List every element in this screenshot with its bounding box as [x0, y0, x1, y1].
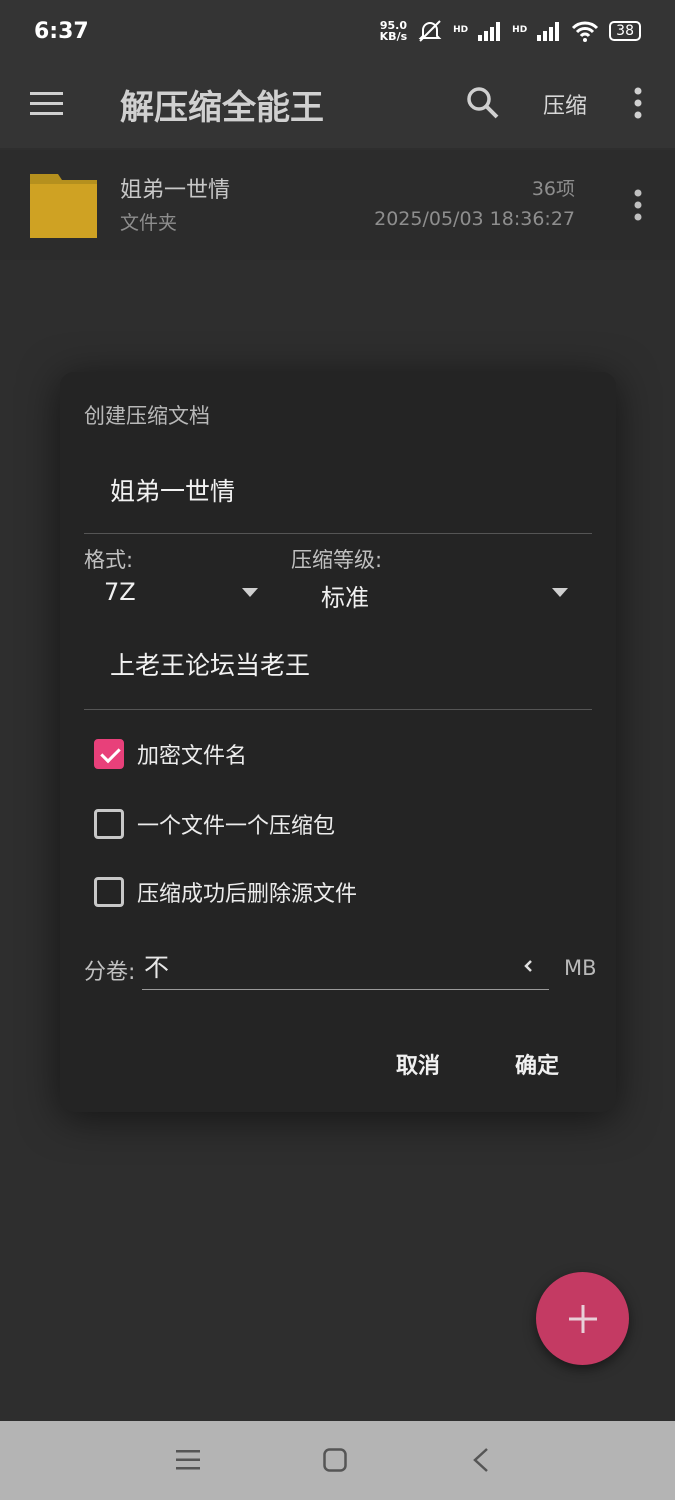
system-nav-bar [0, 1421, 675, 1500]
encrypt-filenames-checkbox[interactable] [94, 739, 124, 769]
create-archive-dialog: 创建压缩文档 姐弟一世情 格式: 7Z 压缩等级: 标准 上老王论坛当老王 加密… [60, 372, 616, 1112]
dropdown-arrow-icon[interactable] [552, 588, 568, 597]
search-icon[interactable] [466, 86, 500, 120]
back-icon[interactable] [472, 1447, 490, 1473]
archive-name-input[interactable]: 姐弟一世情 [84, 456, 592, 534]
format-label: 格式: [84, 548, 134, 572]
status-time: 6:37 [34, 18, 89, 44]
hd-label: HD [512, 25, 528, 35]
compress-button[interactable]: 压缩 [543, 88, 587, 120]
file-date: 2025/05/03 18:36:27 [374, 208, 575, 230]
chevron-left-icon[interactable] [522, 956, 534, 976]
password-input[interactable]: 上老王论坛当老王 [84, 630, 592, 710]
list-item[interactable]: 姐弟一世情 文件夹 36项 2025/05/03 18:36:27 [0, 150, 675, 260]
compression-level-label: 压缩等级: [291, 548, 383, 572]
file-type: 文件夹 [120, 212, 178, 234]
file-name: 姐弟一世情 [120, 178, 231, 203]
split-volume-input[interactable]: 不 [142, 944, 549, 990]
add-button[interactable] [536, 1272, 629, 1365]
option-label: 压缩成功后删除源文件 [137, 882, 358, 907]
signal-icon [478, 22, 501, 41]
battery-indicator: 38 [609, 21, 641, 41]
dialog-title: 创建压缩文档 [84, 404, 210, 428]
app-bar: 解压缩全能王 压缩 [0, 62, 675, 148]
menu-icon[interactable] [30, 92, 63, 116]
option-label: 加密文件名 [137, 744, 248, 769]
hd-label: HD [453, 25, 469, 35]
format-select[interactable]: 7Z [104, 578, 136, 606]
plus-icon [568, 1304, 597, 1333]
encrypt-filenames-option[interactable]: 加密文件名 [94, 734, 247, 774]
network-speed-unit: KB/s [379, 30, 408, 43]
cancel-button[interactable]: 取消 [396, 1048, 440, 1080]
delete-source-checkbox[interactable] [94, 877, 124, 907]
password-value: 上老王论坛当老王 [110, 651, 311, 680]
split-volume-label: 分卷: [84, 960, 136, 985]
one-archive-per-file-option[interactable]: 一个文件一个压缩包 [94, 804, 335, 844]
network-speed: 95.0 KB/s [380, 20, 407, 42]
archive-name-value: 姐弟一世情 [110, 477, 236, 506]
mute-icon [418, 20, 442, 42]
status-icons: 95.0 KB/s HD HD 38 [380, 19, 641, 43]
delete-source-option[interactable]: 压缩成功后删除源文件 [94, 872, 357, 912]
split-volume-value: 不 [144, 953, 170, 982]
file-count: 36项 [531, 178, 575, 200]
folder-icon [30, 174, 97, 238]
dropdown-arrow-icon[interactable] [242, 588, 258, 597]
wifi-icon [572, 21, 599, 42]
option-label: 一个文件一个压缩包 [137, 814, 336, 839]
confirm-button[interactable]: 确定 [515, 1048, 559, 1080]
app-title: 解压缩全能王 [120, 88, 324, 128]
split-volume-unit: MB [564, 956, 597, 980]
recent-apps-icon[interactable] [176, 1449, 200, 1471]
home-icon[interactable] [323, 1448, 347, 1472]
one-archive-per-file-checkbox[interactable] [94, 809, 124, 839]
signal-icon [537, 22, 560, 41]
compression-level-select[interactable]: 标准 [321, 578, 369, 613]
status-bar: 6:37 95.0 KB/s HD HD 38 [0, 0, 675, 62]
more-vert-icon[interactable] [630, 86, 646, 120]
more-vert-icon[interactable] [630, 188, 646, 222]
